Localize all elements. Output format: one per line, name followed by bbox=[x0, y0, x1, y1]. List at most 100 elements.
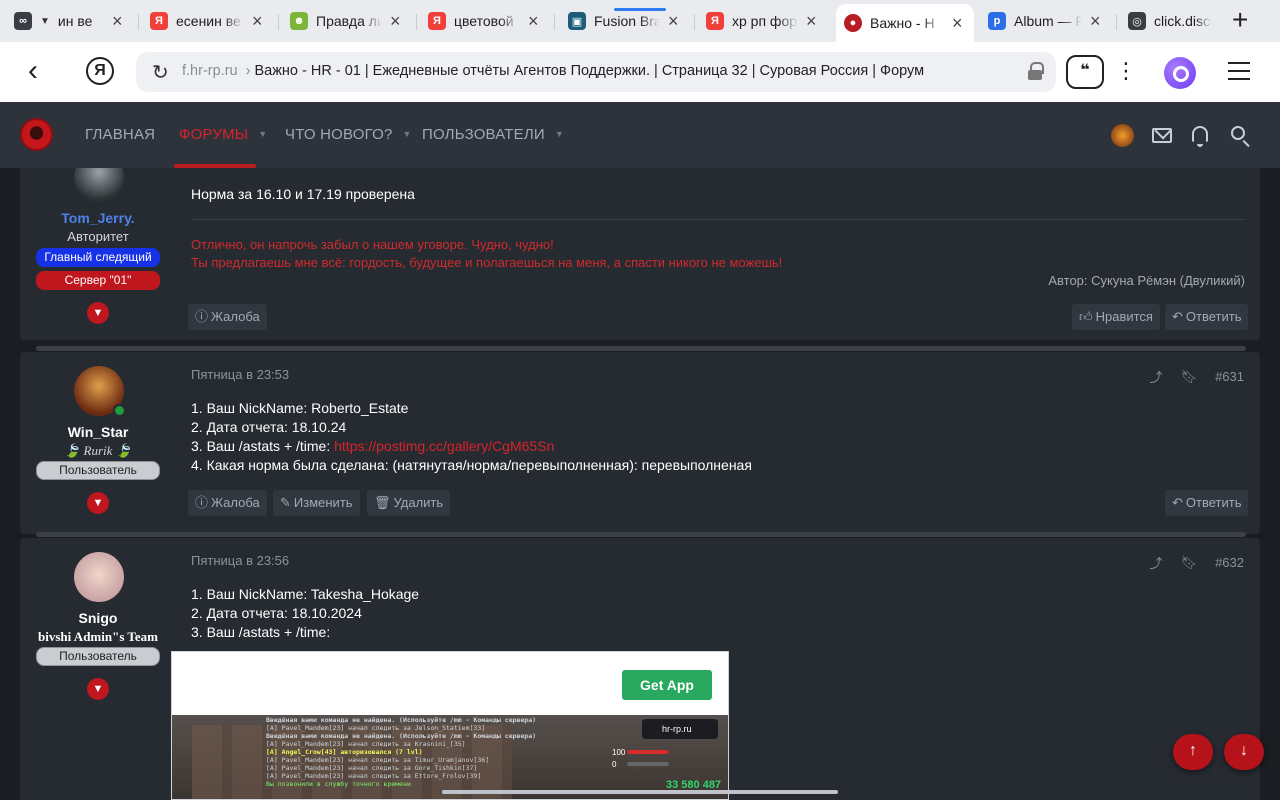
thread-posts: Tom_Jerry. Авторитет Главный следящий Се… bbox=[0, 168, 1280, 800]
reply-icon: ↶ bbox=[1172, 495, 1183, 510]
post-timestamp[interactable]: Пятница в 23:56 bbox=[191, 553, 289, 568]
scroll-up-button[interactable]: ↑ bbox=[1173, 734, 1213, 770]
browser-tab[interactable]: ∞ ▼ ин ве × bbox=[6, 6, 134, 36]
tab-title: Album — F bbox=[1014, 13, 1082, 29]
reply-icon: ↶ bbox=[1172, 309, 1183, 324]
chevron-down-icon[interactable]: ▼ bbox=[87, 302, 109, 324]
get-app-button[interactable]: Get App bbox=[622, 670, 712, 700]
report-button[interactable]: ⓘ Жалоба bbox=[188, 490, 267, 516]
alice-assistant-icon[interactable] bbox=[1164, 57, 1196, 89]
close-icon[interactable]: × bbox=[112, 11, 126, 32]
hud-site-logo: hr-rp.ru bbox=[642, 719, 718, 739]
infinity-icon: ∞ bbox=[14, 12, 32, 30]
avatar[interactable] bbox=[74, 168, 124, 202]
share-icon[interactable]: ⤴ bbox=[1150, 367, 1163, 386]
more-menu-icon[interactable]: ⋮ bbox=[1115, 54, 1137, 88]
caret-down-icon[interactable]: ▼ bbox=[258, 129, 267, 139]
game-chat-line: [A] Pavel_Mandem[23] начал следить за Ti… bbox=[266, 756, 490, 764]
nav-members[interactable]: ПОЛЬЗОВАТЕЛИ ▼ bbox=[422, 126, 564, 143]
yandex-favicon-icon: Я bbox=[150, 12, 168, 30]
edit-button[interactable]: ✎ Изменить bbox=[273, 490, 360, 516]
nav-forums[interactable]: ФОРУМЫ ▼ bbox=[179, 126, 267, 143]
reply-button[interactable]: ↶ Ответить bbox=[1165, 490, 1249, 516]
browser-tab[interactable]: Я цветовой × bbox=[420, 6, 550, 36]
reply-button[interactable]: ↶ Ответить bbox=[1165, 304, 1249, 330]
post-divider bbox=[36, 346, 1246, 351]
chevron-down-icon[interactable]: ▼ bbox=[87, 678, 109, 700]
gallery-link[interactable]: https://postimg.cc/gallery/CgM65Sn bbox=[334, 438, 554, 454]
report-button[interactable]: ⓘ Жалоба bbox=[188, 304, 267, 330]
chat-icon[interactable]: ❝ bbox=[1066, 55, 1104, 89]
new-tab-button[interactable]: + bbox=[1232, 6, 1248, 34]
username[interactable]: Snigo bbox=[20, 610, 176, 626]
lock-icon[interactable] bbox=[1028, 62, 1044, 80]
delete-button[interactable]: 🗑︎ Удалить bbox=[367, 490, 451, 516]
discord-favicon-icon: ◎ bbox=[1128, 12, 1146, 30]
bookmark-icon[interactable]: 🔖︎ bbox=[1181, 555, 1198, 571]
signature-author: Автор: Сукуна Рёмэн (Двуликий) bbox=[1048, 273, 1245, 288]
share-icon[interactable]: ⤴ bbox=[1150, 553, 1163, 572]
nav-home[interactable]: ГЛАВНАЯ bbox=[85, 126, 155, 143]
address-bar[interactable]: ↻ f.hr-rp.ru › Важно - HR - 01 | Ежедневн… bbox=[136, 52, 1056, 92]
post-body-line: Норма за 16.10 и 17.19 проверена bbox=[191, 186, 415, 202]
hud-health-bar bbox=[627, 750, 669, 754]
close-icon[interactable]: × bbox=[806, 11, 820, 32]
browser-tab-active[interactable]: ● Важно - Н × bbox=[836, 4, 974, 42]
username[interactable]: Tom_Jerry. bbox=[20, 210, 176, 226]
search-icon[interactable] bbox=[1231, 126, 1245, 140]
bell-icon[interactable] bbox=[1192, 126, 1208, 147]
forum-logo[interactable] bbox=[20, 118, 53, 151]
close-icon[interactable]: × bbox=[952, 13, 966, 34]
close-icon[interactable]: × bbox=[1090, 11, 1104, 32]
tab-title: Правда ли bbox=[316, 13, 382, 29]
like-label: Нравится bbox=[1095, 309, 1153, 324]
post-timestamp[interactable]: Пятница в 23:53 bbox=[191, 367, 289, 382]
url-domain: f.hr-rp.ru bbox=[182, 63, 238, 79]
browser-tab[interactable]: p Album — F × bbox=[980, 6, 1112, 36]
browser-tab[interactable]: ☻ Правда ли × bbox=[282, 6, 412, 36]
game-chat-line: Введёная вами команда не найдена. (Испол… bbox=[266, 732, 537, 740]
nav-whats-new[interactable]: ЧТО НОВОГО? ▼ bbox=[285, 126, 412, 143]
close-icon[interactable]: × bbox=[528, 11, 542, 32]
url-text[interactable]: f.hr-rp.ru › Важно - HR - 01 | Ежедневные… bbox=[182, 63, 924, 79]
post-number-link[interactable]: #632 bbox=[1215, 555, 1244, 570]
hamburger-menu-icon[interactable] bbox=[1228, 62, 1250, 80]
avatar[interactable] bbox=[74, 552, 124, 602]
post-body-line: 2. Дата отчета: 18.10.2024 bbox=[191, 605, 362, 621]
user-title: 🍃 Rurik 🍃 bbox=[64, 443, 132, 458]
browser-tab[interactable]: Я есенин ве × bbox=[142, 6, 274, 36]
loading-indicator bbox=[614, 8, 666, 11]
post-number-link[interactable]: #631 bbox=[1215, 369, 1244, 384]
pencil-icon: ✎ bbox=[280, 495, 291, 510]
url-page-title: Важно - HR - 01 | Ежедневные отчёты Аген… bbox=[254, 63, 925, 79]
username[interactable]: Win_Star bbox=[20, 424, 176, 440]
like-button[interactable]: 👍︎ Нравится bbox=[1072, 304, 1160, 330]
account-avatar[interactable] bbox=[1111, 124, 1134, 147]
home-indicator bbox=[442, 790, 838, 794]
close-icon[interactable]: × bbox=[390, 11, 404, 32]
caret-down-icon[interactable]: ▼ bbox=[555, 129, 564, 139]
back-button[interactable]: ‹ bbox=[28, 56, 38, 86]
game-screenshot: Введёная вами команда не найдена. (Испол… bbox=[172, 715, 728, 799]
bookmark-icon[interactable]: 🔖︎ bbox=[1181, 369, 1198, 385]
hud-armor-bar bbox=[627, 762, 669, 766]
smiley-favicon-icon: ☻ bbox=[290, 12, 308, 30]
mail-icon[interactable] bbox=[1152, 128, 1172, 143]
hud-site-text: hr-rp.ru bbox=[662, 724, 692, 734]
tab-title: есенин ве bbox=[176, 13, 241, 29]
fusion-favicon-icon: ▣ bbox=[568, 12, 586, 30]
caret-down-icon[interactable]: ▼ bbox=[403, 129, 412, 139]
reload-icon[interactable]: ↻ bbox=[152, 60, 169, 85]
user-title: Авторитет bbox=[67, 229, 129, 244]
tab-title: click.disco bbox=[1154, 13, 1212, 29]
scroll-down-button[interactable]: ↓ bbox=[1224, 734, 1264, 770]
close-icon[interactable]: × bbox=[252, 11, 266, 32]
browser-tab[interactable]: ◎ click.disco bbox=[1120, 6, 1220, 36]
browser-tab[interactable]: Я хр рп фор × bbox=[698, 6, 828, 36]
chevron-down-icon[interactable]: ▼ bbox=[87, 492, 109, 514]
signature-divider bbox=[191, 219, 1245, 220]
close-icon[interactable]: × bbox=[668, 11, 682, 32]
yandex-favicon-icon: Я bbox=[428, 12, 446, 30]
yandex-logo-button[interactable]: Я bbox=[86, 57, 114, 85]
image-attachment[interactable]: Get App Введёная вами команда не найдена… bbox=[171, 651, 729, 800]
